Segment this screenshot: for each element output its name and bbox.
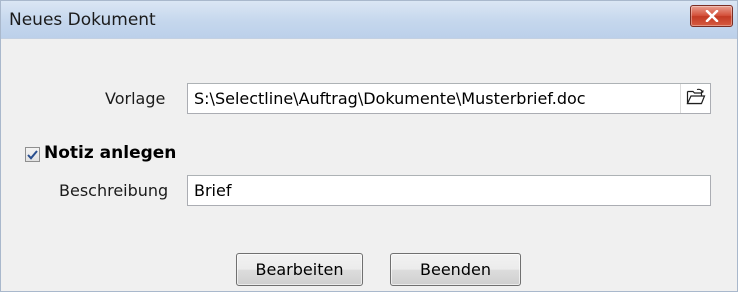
dialog-window: Neues Dokument Vorlage S:\Selectline\Auf… xyxy=(0,0,738,292)
checkmark-icon xyxy=(27,145,38,164)
vorlage-value: S:\Selectline\Auftrag\Dokumente\Musterbr… xyxy=(194,89,586,108)
folder-open-icon xyxy=(686,88,706,109)
browse-button[interactable] xyxy=(680,84,710,113)
title-bar[interactable]: Neues Dokument xyxy=(1,1,737,39)
notiz-checkbox[interactable] xyxy=(25,147,40,162)
close-icon xyxy=(705,10,719,22)
close-dialog-button[interactable]: Beenden xyxy=(390,253,521,286)
edit-button[interactable]: Bearbeiten xyxy=(236,253,363,286)
beschreibung-input[interactable]: Brief xyxy=(187,175,711,206)
beschreibung-value: Brief xyxy=(194,181,232,200)
vorlage-input[interactable]: S:\Selectline\Auftrag\Dokumente\Musterbr… xyxy=(187,83,711,114)
beschreibung-label: Beschreibung xyxy=(59,181,169,200)
close-button[interactable] xyxy=(690,5,733,27)
vorlage-label: Vorlage xyxy=(105,89,166,108)
notiz-label[interactable]: Notiz anlegen xyxy=(44,143,176,163)
window-title: Neues Dokument xyxy=(9,10,156,30)
